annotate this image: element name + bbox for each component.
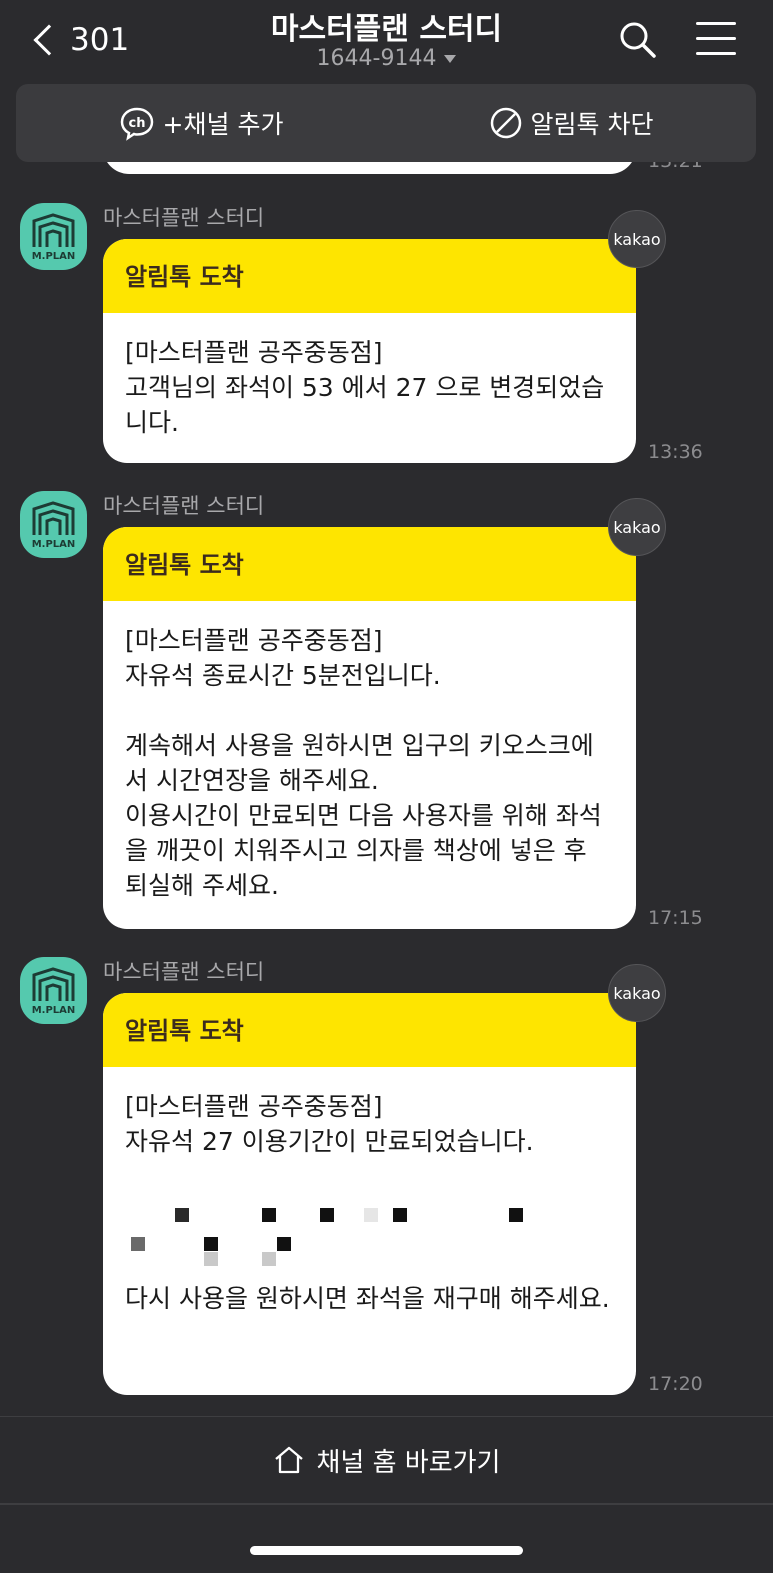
sender-name: 마스터플랜 스터디 bbox=[103, 494, 265, 518]
channel-add-icon: ch bbox=[120, 107, 153, 141]
mplan-logo-icon: M.PLAN bbox=[32, 967, 76, 1016]
chat-header: 301 마스터플랜 스터디 1644-9144 bbox=[0, 0, 773, 82]
svg-text:M.PLAN: M.PLAN bbox=[32, 1005, 76, 1016]
message-text: [마스터플랜 공주중동점] 자유석 27 이용기간이 만료되었습니다. bbox=[125, 1092, 534, 1156]
add-channel-button[interactable]: ch +채널 추가 bbox=[16, 84, 386, 162]
svg-text:ch: ch bbox=[128, 116, 145, 131]
kakao-badge: kakao bbox=[608, 498, 666, 556]
caret-down-icon bbox=[444, 55, 457, 63]
channel-avatar[interactable]: M.PLAN bbox=[20, 491, 87, 558]
phone-number: 1644-9144 bbox=[316, 46, 437, 71]
message-bubble[interactable]: 알림톡 도착 [마스터플랜 공주중동점] 고객님의 좌석이 53 에서 27 으… bbox=[103, 239, 636, 463]
message-text: [마스터플랜 공주중동점] 고객님의 좌석이 53 에서 27 으로 변경되었습… bbox=[125, 338, 605, 437]
mplan-logo-icon: M.PLAN bbox=[32, 501, 76, 550]
sender-name: 마스터플랜 스터디 bbox=[103, 960, 265, 984]
home-icon bbox=[274, 1446, 303, 1474]
svg-text:M.PLAN: M.PLAN bbox=[32, 539, 76, 550]
message-time: 13:36 bbox=[648, 441, 703, 463]
menu-button[interactable] bbox=[696, 22, 738, 58]
kakao-badge: kakao bbox=[608, 210, 666, 268]
search-button[interactable] bbox=[618, 20, 658, 60]
home-indicator[interactable] bbox=[250, 1546, 523, 1555]
bubble-header: 알림톡 도착 bbox=[103, 527, 636, 601]
chat-screen: 13:21 301 마스터플랜 스터디 1644-9144 ch +채널 추가 bbox=[0, 0, 773, 1573]
message-text-2: 다시 사용을 원하시면 좌석을 재구매 해주세요. bbox=[125, 1284, 610, 1313]
channel-home-label: 채널 홈 바로가기 bbox=[316, 1447, 501, 1478]
svg-text:M.PLAN: M.PLAN bbox=[32, 251, 76, 262]
message-text: [마스터플랜 공주중동점] 자유석 종료시간 5분전입니다. 계속해서 사용을 … bbox=[125, 626, 602, 900]
message-bubble[interactable]: 알림톡 도착 [마스터플랜 공주중동점] 자유석 27 이용기간이 만료되었습니… bbox=[103, 993, 636, 1395]
block-label: 알림톡 차단 bbox=[530, 110, 654, 139]
bubble-header: 알림톡 도착 bbox=[103, 239, 636, 313]
menu-icon bbox=[696, 22, 738, 55]
kakao-badge: kakao bbox=[608, 964, 666, 1022]
message-time: 17:15 bbox=[648, 907, 703, 929]
channel-avatar[interactable]: M.PLAN bbox=[20, 957, 87, 1024]
message-bubble[interactable]: 알림톡 도착 [마스터플랜 공주중동점] 자유석 종료시간 5분전입니다. 계속… bbox=[103, 527, 636, 929]
channel-avatar[interactable]: M.PLAN bbox=[20, 203, 87, 270]
channel-home-button[interactable]: 채널 홈 바로가기 bbox=[0, 1417, 773, 1503]
search-icon bbox=[620, 22, 656, 58]
block-icon bbox=[490, 107, 521, 139]
channel-action-bar: ch +채널 추가 알림톡 차단 bbox=[16, 84, 756, 162]
mplan-logo-icon: M.PLAN bbox=[32, 213, 76, 262]
block-alimtalk-button[interactable]: 알림톡 차단 bbox=[386, 84, 756, 162]
sender-name: 마스터플랜 스터디 bbox=[103, 206, 265, 230]
bubble-header: 알림톡 도착 bbox=[103, 993, 636, 1067]
footer-divider bbox=[0, 1503, 773, 1505]
message-time: 17:20 bbox=[648, 1373, 703, 1395]
add-channel-label: +채널 추가 bbox=[162, 110, 284, 139]
